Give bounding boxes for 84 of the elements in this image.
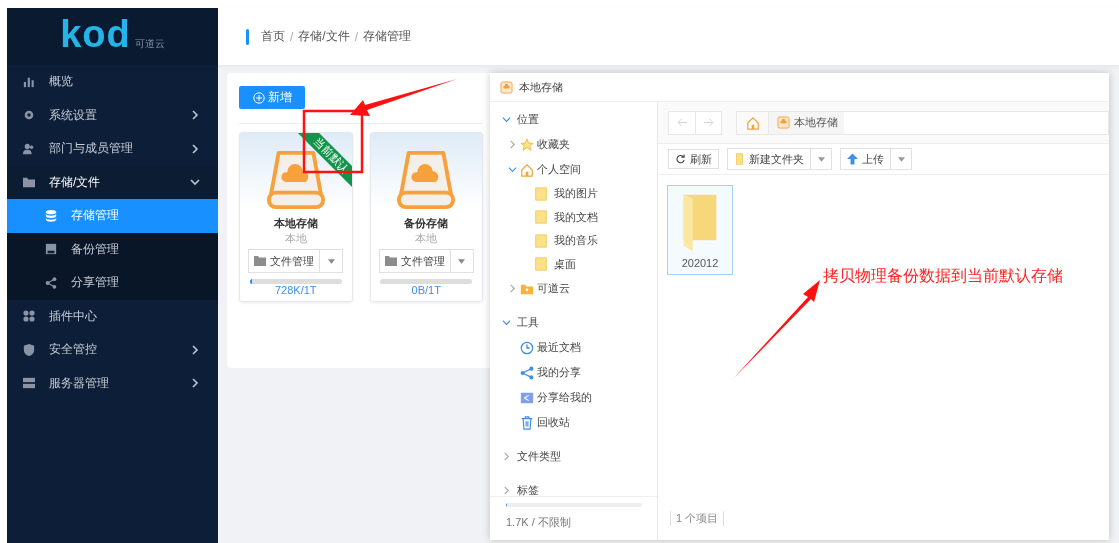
tree-item[interactable]: 我的音乐 bbox=[490, 229, 657, 253]
share-icon bbox=[45, 276, 57, 289]
tree-item[interactable]: 分享给我的 bbox=[490, 385, 657, 410]
storage-name: 本地存储 bbox=[273, 216, 318, 231]
storage-type: 本地 bbox=[284, 231, 307, 246]
plus-circle-icon bbox=[252, 91, 265, 104]
status-text: 1 个项目 bbox=[670, 510, 725, 526]
tree-section[interactable]: 工具 bbox=[490, 310, 657, 335]
trash-icon bbox=[520, 415, 534, 430]
back-button[interactable] bbox=[669, 111, 695, 134]
usage-text: 0B/1T bbox=[411, 284, 441, 296]
folder-icon bbox=[534, 210, 548, 225]
caret-icon bbox=[458, 258, 466, 264]
tree-item[interactable]: 我的文档 bbox=[490, 205, 657, 229]
storage-name: 备份存储 bbox=[404, 216, 449, 231]
tree-item[interactable]: 我的分享 bbox=[490, 360, 657, 385]
tree-section[interactable]: 文件类型 bbox=[490, 444, 657, 469]
caret-icon bbox=[327, 258, 335, 264]
sidebar-item[interactable]: 概览 bbox=[7, 65, 218, 99]
tree-item[interactable]: 桌面 bbox=[490, 252, 657, 276]
folder-icon bbox=[734, 153, 745, 165]
tree-item[interactable]: 我的图片 bbox=[490, 182, 657, 206]
forward-button[interactable] bbox=[695, 111, 721, 134]
share-icon bbox=[520, 365, 534, 380]
sidebar-item[interactable]: 存储/文件 bbox=[7, 165, 218, 199]
sidebar-item[interactable]: 服务器管理 bbox=[7, 366, 218, 400]
forward-arrow-icon bbox=[703, 118, 714, 127]
quota-text: 1.7K / 不限制 bbox=[506, 515, 572, 530]
drive-icon bbox=[500, 80, 513, 94]
folder-item[interactable]: 202012 bbox=[667, 185, 733, 275]
plugin-icon bbox=[23, 310, 35, 323]
highlight-frame bbox=[302, 109, 364, 174]
shield-icon bbox=[23, 343, 35, 356]
save-icon bbox=[45, 243, 57, 256]
sidebar-subitem[interactable]: 分享管理 bbox=[7, 266, 218, 300]
storage-type: 本地 bbox=[415, 231, 438, 246]
folder-icon bbox=[534, 233, 548, 248]
server-icon bbox=[23, 377, 35, 390]
refresh-icon bbox=[675, 153, 686, 165]
sidebar-item[interactable]: 插件中心 bbox=[7, 299, 218, 333]
breadcrumb-separator: / bbox=[290, 29, 294, 44]
tree-item[interactable]: 最近文档 bbox=[490, 335, 657, 360]
breadcrumb-link[interactable]: 存储管理 bbox=[363, 28, 412, 45]
folder-icon bbox=[534, 186, 548, 201]
sidebar-item[interactable]: 部门与成员管理 bbox=[7, 132, 218, 166]
home-button[interactable] bbox=[737, 111, 769, 134]
folder-icon bbox=[384, 256, 397, 266]
logo: kod bbox=[60, 15, 131, 53]
breadcrumb-link[interactable]: 存储/文件 bbox=[298, 28, 350, 45]
up-arrow-icon bbox=[847, 153, 858, 165]
breadcrumb-link[interactable]: 首页 bbox=[261, 28, 285, 45]
breadcrumb-separator: / bbox=[354, 29, 359, 44]
drive-icon bbox=[777, 116, 790, 129]
logo-subtitle: 可道云 bbox=[134, 37, 165, 51]
tree-item[interactable]: 个人空间 bbox=[490, 157, 657, 182]
drive-icon bbox=[397, 150, 456, 210]
users-icon bbox=[23, 142, 35, 155]
folder-icon bbox=[254, 256, 267, 266]
star-icon bbox=[520, 137, 534, 152]
clock-icon bbox=[520, 340, 534, 355]
gear-icon bbox=[23, 109, 35, 122]
sidebar-item[interactable]: 安全管控 bbox=[7, 333, 218, 367]
window-title: 本地存储 bbox=[519, 79, 563, 95]
caret-icon bbox=[817, 156, 825, 162]
database-icon bbox=[45, 209, 57, 222]
chart-icon bbox=[23, 75, 35, 88]
home-icon bbox=[520, 162, 534, 177]
path-crumb[interactable]: 本地存储 bbox=[769, 111, 844, 134]
refresh-button[interactable]: 刷新 bbox=[668, 149, 719, 169]
tree-section[interactable]: 位置 bbox=[490, 107, 657, 132]
breadcrumb-marker bbox=[246, 28, 249, 45]
home-icon bbox=[745, 115, 760, 130]
back-arrow-icon bbox=[676, 118, 688, 127]
folder-icon bbox=[534, 257, 548, 272]
tree-item[interactable]: 可道云 bbox=[490, 276, 657, 301]
tree-section[interactable]: 标签 bbox=[490, 478, 657, 496]
folder-icon bbox=[23, 176, 35, 189]
tree-item[interactable]: 收藏夹 bbox=[490, 132, 657, 157]
caret-icon bbox=[897, 156, 905, 162]
usage-text: 728K/1T bbox=[274, 284, 317, 296]
annotation-text: 拷贝物理备份数据到当前默认存储 bbox=[823, 266, 1063, 286]
tree-item[interactable]: 回收站 bbox=[490, 410, 657, 435]
sidebar-item[interactable]: 系统设置 bbox=[7, 98, 218, 132]
sidebar-subitem[interactable]: 备份管理 bbox=[7, 232, 218, 266]
